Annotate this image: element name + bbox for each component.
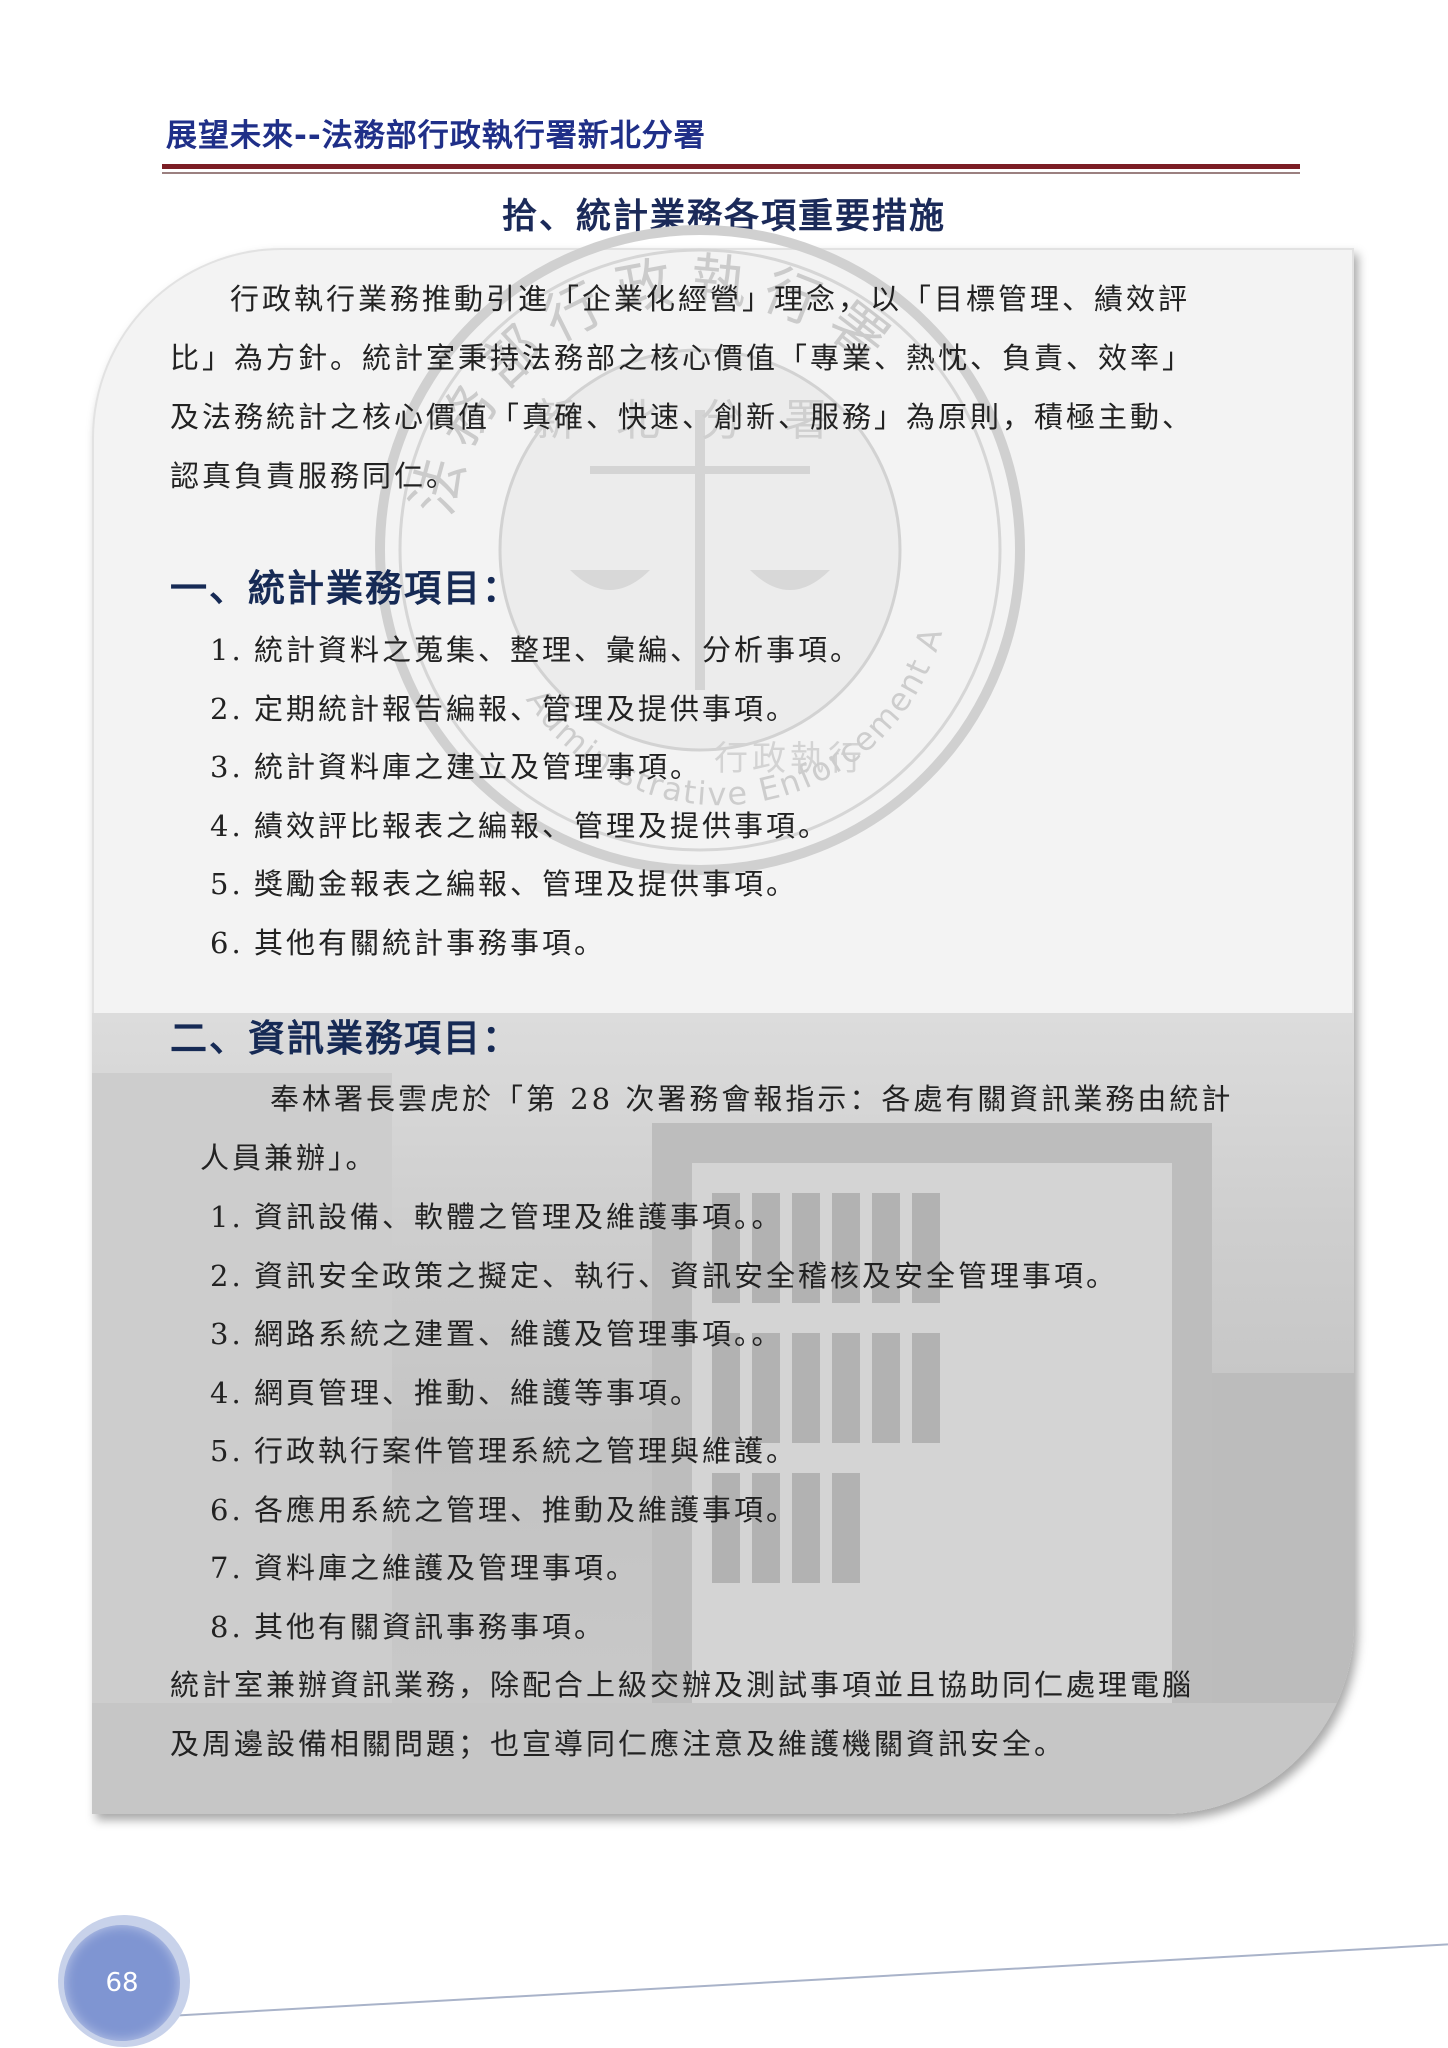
list-item: 6. 其他有關統計事務事項。 [210, 925, 607, 960]
section2-list: 1. 資訊設備、軟體之管理及維護事項。。 2. 資訊安全政策之擬定、執行、資訊安全稽… [210, 1188, 1118, 1656]
list-item: 5. 行政執行案件管理系統之管理與維護。 [210, 1434, 799, 1468]
list-item: 8. 其他有關資訊事務事項。 [210, 1609, 607, 1644]
header-divider [162, 164, 1300, 169]
intro-line-1: 行政執行業務推動引進「企業化經營」理念，以「目標管理、績效評 [230, 282, 1191, 316]
section2-intro-line-2: 人員兼辦」。 [200, 1141, 378, 1175]
list-item: 5. 獎勵金報表之編報、管理及提供事項。 [210, 867, 799, 901]
list-item: 4. 網頁管理、推動、維護等事項。 [210, 1375, 703, 1410]
section2-intro-line-1: 奉林署長雲虎於「第 28 次署務會報指示：各處有關資訊業務由統計 [270, 1082, 1234, 1116]
list-item: 4. 績效評比報表之編報、管理及提供事項。 [210, 808, 831, 843]
section1-heading: 一、統計業務項目： [170, 567, 521, 610]
intro-line-2: 比」為方針。統計室秉持法務部之核心價值「專業、熱忱、負責、效率」 [170, 341, 1195, 375]
list-item: 1. 資訊設備、軟體之管理及維護事項。。 [210, 1200, 784, 1234]
intro-line-3: 及法務統計之核心價值「真確、快速、創新、服務」為原則，積極主動、 [170, 400, 1195, 434]
list-item: 2. 資訊安全政策之擬定、執行、資訊安全稽核及安全管理事項。 [210, 1258, 1119, 1293]
list-item: 3. 統計資料庫之建立及管理事項。 [210, 750, 703, 784]
list-item: 1. 統計資料之蒐集、整理、彙編、分析事項。 [210, 633, 863, 667]
closing-line-1: 統計室兼辦資訊業務，除配合上級交辦及測試事項並且協助同仁處理電腦 [170, 1668, 1195, 1702]
footer-divider [149, 1943, 1448, 2018]
list-item: 3. 網路系統之建置、維護及管理事項。。 [210, 1317, 784, 1351]
list-item: 6. 各應用系統之管理、推動及維護事項。 [210, 1492, 799, 1527]
page-number: 68 [105, 1968, 139, 1998]
running-header-title: 展望未來--法務部行政執行署新北分署 [166, 118, 706, 154]
section1-list: 1. 統計資料之蒐集、整理、彙編、分析事項。 2. 定期統計報告編報、管理及提供事項… [210, 621, 862, 972]
closing-line-2: 及周邊設備相關問題；也宣導同仁應注意及維護機關資訊安全。 [170, 1727, 1067, 1761]
intro-line-4: 認真負責服務同仁。 [170, 459, 459, 493]
list-item: 7. 資料庫之維護及管理事項。 [210, 1551, 639, 1585]
section2-heading: 二、資訊業務項目： [170, 1017, 521, 1060]
list-item: 2. 定期統計報告編報、管理及提供事項。 [210, 691, 799, 726]
